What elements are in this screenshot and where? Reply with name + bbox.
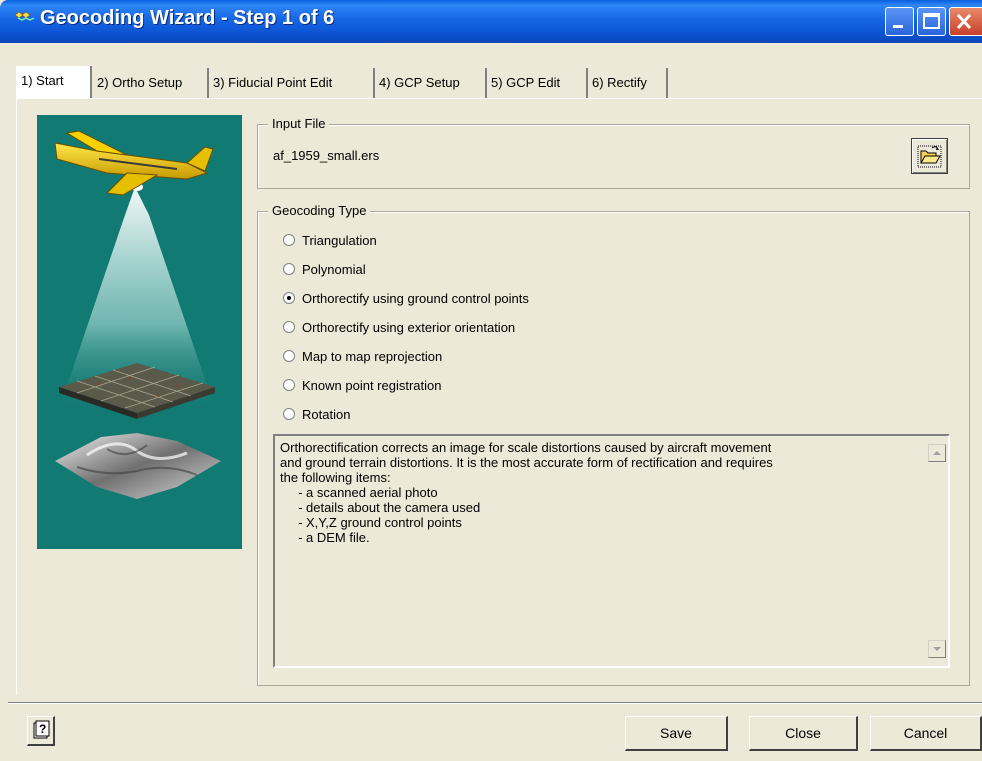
tab-ortho-setup[interactable]: 2) Ortho Setup <box>93 68 209 98</box>
tab-label: 6) Rectify <box>592 75 647 90</box>
tab-rectify[interactable]: 6) Rectify <box>588 68 668 98</box>
tab-gcp-setup[interactable]: 4) GCP Setup <box>375 68 487 98</box>
radio-label: Polynomial <box>302 262 366 277</box>
geocoding-type-legend: Geocoding Type <box>268 203 371 218</box>
close-window-button[interactable] <box>949 7 982 36</box>
wizard-illustration <box>37 115 242 549</box>
radio-button[interactable] <box>283 263 295 275</box>
minimize-button[interactable] <box>885 7 914 36</box>
svg-text:?: ? <box>39 722 46 736</box>
tab-start[interactable]: 1) Start <box>16 66 92 98</box>
tab-label: 4) GCP Setup <box>379 75 460 90</box>
input-file-legend: Input File <box>268 116 330 131</box>
bottom-separator <box>8 702 982 704</box>
scroll-down-button[interactable] <box>928 640 946 658</box>
help-button[interactable]: ? <box>27 716 55 746</box>
geocoding-wizard-window: Geocoding Wizard - Step 1 of 6 1) Start … <box>0 0 982 761</box>
radio-label: Known point registration <box>302 378 442 393</box>
cancel-button[interactable]: Cancel <box>870 716 982 751</box>
close-button[interactable]: Close <box>749 716 858 751</box>
tab-label: 2) Ortho Setup <box>97 75 183 90</box>
description-text: Orthorectification corrects an image for… <box>280 440 773 545</box>
save-button[interactable]: Save <box>625 716 728 751</box>
tab-label: 5) GCP Edit <box>491 75 561 90</box>
radio-button[interactable] <box>283 408 295 420</box>
scroll-up-button[interactable] <box>928 444 946 462</box>
tab-label: 3) Fiducial Point Edit <box>213 75 333 90</box>
window-title: Geocoding Wizard - Step 1 of 6 <box>40 7 335 29</box>
tab-gcp-edit[interactable]: 5) GCP Edit <box>487 68 588 98</box>
radio-button[interactable] <box>283 350 295 362</box>
radio-label: Orthorectify using exterior orientation <box>302 320 516 335</box>
browse-input-file-button[interactable] <box>911 138 948 174</box>
radio-button[interactable] <box>283 379 295 391</box>
radio-label: Orthorectify using ground control points <box>302 291 529 306</box>
description-textbox[interactable]: Orthorectification corrects an image for… <box>273 434 950 668</box>
radio-label: Map to map reprojection <box>302 349 443 364</box>
tab-fiducial-point-edit[interactable]: 3) Fiducial Point Edit <box>209 68 375 98</box>
title-bar[interactable]: Geocoding Wizard - Step 1 of 6 <box>0 0 982 43</box>
tab-label: 1) Start <box>21 73 64 88</box>
radio-label: Triangulation <box>302 233 377 248</box>
maximize-button[interactable] <box>917 7 946 36</box>
input-filename: af_1959_small.ers <box>273 148 380 163</box>
radio-button[interactable] <box>283 321 295 333</box>
radio-button[interactable] <box>283 234 295 246</box>
radio-label: Rotation <box>302 407 351 422</box>
app-icon <box>14 10 36 26</box>
radio-button[interactable] <box>283 292 295 304</box>
